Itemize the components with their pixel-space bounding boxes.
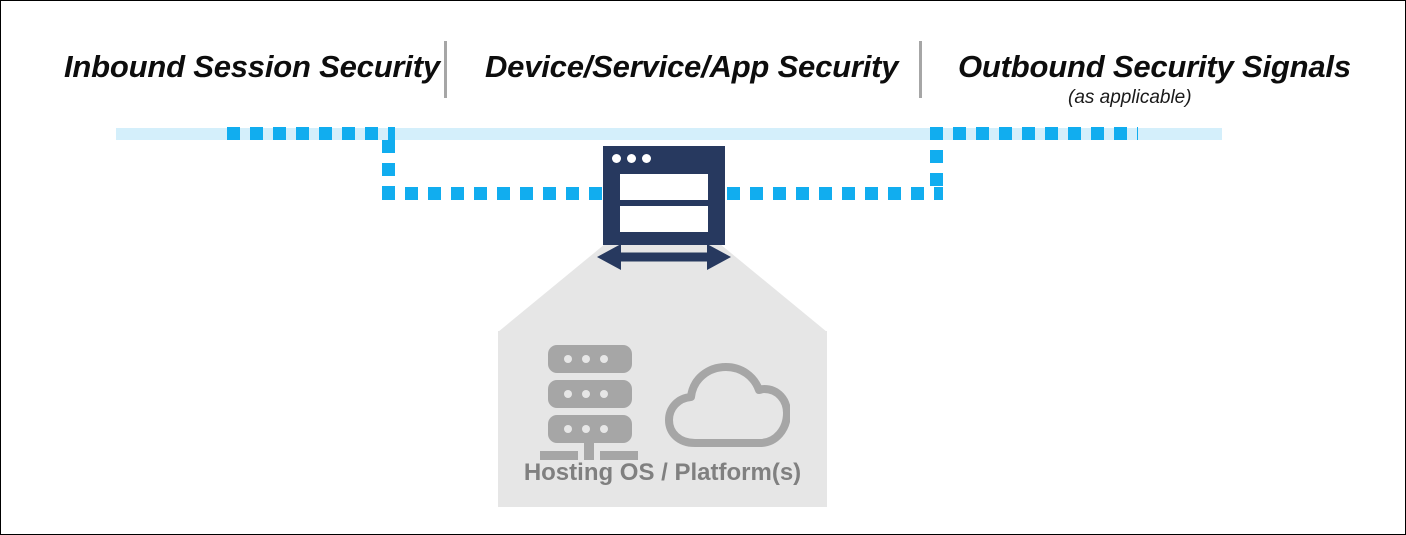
window-pane-lower bbox=[620, 206, 708, 232]
header-divider-right bbox=[919, 41, 922, 98]
header-outbound-security-signals: Outbound Security Signals bbox=[958, 49, 1351, 84]
header-outbound-sublabel: (as applicable) bbox=[1068, 87, 1192, 108]
window-dot-2 bbox=[627, 154, 636, 163]
outbound-dash-lower-segment bbox=[727, 187, 943, 200]
window-pane-upper bbox=[620, 174, 708, 200]
hosting-platform-box: Hosting OS / Platform(s) bbox=[498, 331, 827, 507]
header-device-service-app-security: Device/Service/App Security bbox=[485, 49, 899, 84]
header-divider-left bbox=[444, 41, 447, 98]
inbound-dash-vertical-segment bbox=[382, 140, 395, 188]
hosting-platform-label: Hosting OS / Platform(s) bbox=[523, 459, 802, 486]
cloud-icon bbox=[665, 363, 790, 447]
browser-window-icon bbox=[603, 146, 725, 245]
window-dot-1 bbox=[612, 154, 621, 163]
device-platform-bidirectional-arrow bbox=[597, 244, 731, 270]
diagram-canvas: Inbound Session Security Device/Service/… bbox=[0, 0, 1406, 535]
server-rack-icon bbox=[548, 345, 632, 443]
window-dot-3 bbox=[642, 154, 651, 163]
inbound-dash-lower-segment bbox=[382, 187, 604, 200]
outbound-dash-top-segment bbox=[930, 127, 1138, 140]
header-inbound-session-security: Inbound Session Security bbox=[64, 49, 440, 84]
inbound-dash-top-segment bbox=[227, 127, 395, 140]
